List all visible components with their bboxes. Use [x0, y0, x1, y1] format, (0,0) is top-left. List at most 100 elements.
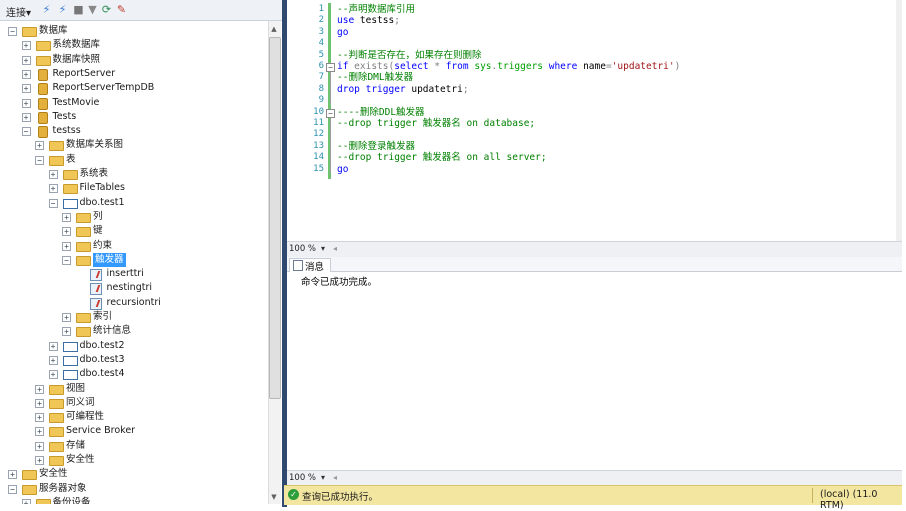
connect-button[interactable]: 连接▾ — [6, 4, 31, 19]
expand-icon[interactable]: + — [21, 112, 31, 122]
query-editor[interactable]: 1 2 3 4 5 6 7 8 9 10 11 12 13 14 15 --声明数据库引用 use tests… — [287, 0, 902, 241]
connect-icon[interactable]: ⚡ — [40, 3, 53, 16]
expand-icon[interactable]: + — [62, 241, 71, 251]
disconnect-icon[interactable]: ⚡ — [56, 3, 69, 16]
tree-node[interactable]: + ReportServer — [0, 67, 266, 81]
refresh-icon[interactable]: ⟳ — [100, 3, 113, 16]
expand-icon[interactable]: + — [48, 184, 58, 194]
collapse-icon[interactable]: − — [8, 27, 17, 36]
tree-node[interactable]: − 触发器 — [0, 252, 266, 267]
expand-icon[interactable]: + — [62, 212, 71, 222]
tree-node[interactable]: + 系统表 — [0, 167, 266, 181]
expand-icon[interactable]: + — [48, 370, 58, 380]
expand-icon[interactable]: + — [35, 427, 44, 437]
tree-node[interactable]: + 键 — [0, 224, 266, 238]
tree-node[interactable]: + 备份设备 — [0, 496, 266, 504]
code-line[interactable]: --声明数据库引用 — [337, 4, 415, 15]
tree-node[interactable]: + 安全性 — [0, 467, 266, 481]
expand-icon[interactable]: + — [48, 170, 58, 179]
expand-icon[interactable]: + — [35, 441, 44, 451]
code-line[interactable]: --drop trigger 触发器名 on database; — [337, 118, 535, 129]
code-line[interactable]: ----删除DDL触发器 — [337, 107, 425, 118]
tree-node[interactable]: − 表 — [0, 153, 266, 167]
expand-icon[interactable]: + — [21, 98, 31, 108]
expand-icon[interactable]: + — [21, 498, 31, 504]
tree-node[interactable]: + 可编程性 — [0, 410, 266, 424]
scroll-left-icon[interactable]: ◂ — [333, 473, 337, 482]
tree-node[interactable]: + 约束 — [0, 239, 266, 253]
tree-node[interactable]: + Tests — [0, 110, 266, 124]
tree-node[interactable]: + 存储 — [0, 439, 266, 453]
collapse-icon[interactable]: − — [48, 198, 58, 208]
code-line[interactable]: --删除DML触发器 — [337, 72, 413, 83]
tree-node[interactable]: + dbo.test4 — [0, 367, 266, 381]
chevron-down-icon[interactable]: ▾ — [321, 244, 325, 253]
tree-node[interactable]: nestingtri — [0, 281, 266, 296]
expand-icon[interactable]: + — [62, 227, 71, 237]
expand-icon[interactable]: + — [35, 141, 44, 151]
tree-node[interactable]: − 数据库 — [0, 24, 266, 38]
tree-node[interactable]: + dbo.test2 — [0, 339, 266, 353]
expand-icon[interactable]: + — [48, 341, 58, 351]
expand-icon[interactable]: + — [35, 384, 44, 394]
code-line[interactable]: --删除登录触发器 — [337, 141, 415, 152]
expand-icon[interactable]: + — [62, 313, 71, 322]
editor-scrollbar[interactable] — [896, 0, 902, 241]
tab-messages[interactable]: 消息 — [289, 258, 331, 273]
tree-node[interactable]: − testss — [0, 124, 266, 139]
scroll-up-icon[interactable]: ▲ — [268, 23, 280, 35]
tree-node[interactable]: + 视图 — [0, 382, 266, 396]
tree-node[interactable]: + 数据库快照 — [0, 53, 266, 67]
expand-icon[interactable]: + — [35, 456, 44, 465]
expand-icon[interactable]: + — [35, 413, 44, 423]
scroll-left-icon[interactable]: ◂ — [333, 244, 337, 253]
tree-node[interactable]: + 索引 — [0, 310, 266, 324]
expand-icon[interactable]: + — [8, 470, 17, 480]
tree-node[interactable]: + TestMovie — [0, 96, 266, 110]
results-zoom[interactable]: 100 % — [289, 473, 316, 483]
code-line[interactable]: go — [337, 27, 348, 38]
code-line[interactable]: --判断是否存在，如果存在则删除 — [337, 50, 481, 61]
tree-node[interactable]: − 服务器对象 — [0, 482, 266, 496]
collapse-icon[interactable]: − — [62, 255, 71, 265]
tree-node[interactable]: + FileTables — [0, 181, 266, 195]
stop-icon[interactable]: ■ — [72, 3, 85, 16]
code-line[interactable]: --drop trigger 触发器名 on all server; — [337, 152, 547, 163]
tree-node[interactable]: + 列 — [0, 210, 266, 224]
expand-icon[interactable]: + — [21, 55, 31, 65]
summary-icon[interactable]: ✎ — [115, 3, 128, 16]
tree-node[interactable]: + 同义词 — [0, 396, 266, 410]
collapse-icon[interactable]: − — [35, 155, 44, 165]
code-line[interactable]: drop trigger updatetri; — [337, 84, 469, 95]
fold-icon[interactable]: − — [326, 63, 335, 72]
editor-zoom[interactable]: 100 % — [289, 244, 316, 254]
code-line[interactable]: go — [337, 164, 348, 175]
tree-node[interactable]: + 系统数据库 — [0, 38, 266, 52]
tree-node[interactable]: + ReportServerTempDB — [0, 81, 266, 96]
tree-node[interactable]: − dbo.test1 — [0, 196, 266, 210]
tree-node[interactable]: inserttri — [0, 267, 266, 282]
filter-icon[interactable]: ▼ — [86, 3, 99, 16]
expand-icon[interactable]: + — [21, 69, 31, 79]
expand-icon[interactable]: + — [48, 355, 58, 365]
collapse-icon[interactable]: − — [8, 484, 17, 494]
tree-node[interactable]: + 安全性 — [0, 453, 266, 467]
expand-icon[interactable]: + — [62, 327, 71, 337]
expand-icon[interactable]: + — [21, 41, 31, 51]
code-line[interactable]: use testss; — [337, 15, 400, 26]
tree-node[interactable]: + Service Broker — [0, 424, 266, 438]
chevron-down-icon[interactable]: ▾ — [321, 473, 325, 482]
tree-node[interactable]: + dbo.test3 — [0, 353, 266, 367]
tree-scroll-thumb[interactable] — [269, 37, 281, 399]
scroll-down-icon[interactable]: ▼ — [268, 491, 280, 503]
results-pane[interactable]: 命令已成功完成。 — [287, 272, 902, 468]
fold-icon[interactable]: − — [326, 108, 335, 118]
tree-node[interactable]: + 数据库关系图 — [0, 138, 266, 152]
code-area[interactable]: --声明数据库引用 use testss; go --判断是否存在，如果存在则删除 if… — [287, 0, 887, 241]
collapse-icon[interactable]: − — [21, 127, 31, 137]
expand-icon[interactable]: + — [35, 398, 44, 408]
tree-node[interactable]: recursiontri — [0, 296, 266, 310]
code-line[interactable]: if exists(select * from sys.triggers whe… — [337, 61, 680, 72]
tree-node[interactable]: + 统计信息 — [0, 324, 266, 338]
expand-icon[interactable]: + — [21, 84, 31, 94]
